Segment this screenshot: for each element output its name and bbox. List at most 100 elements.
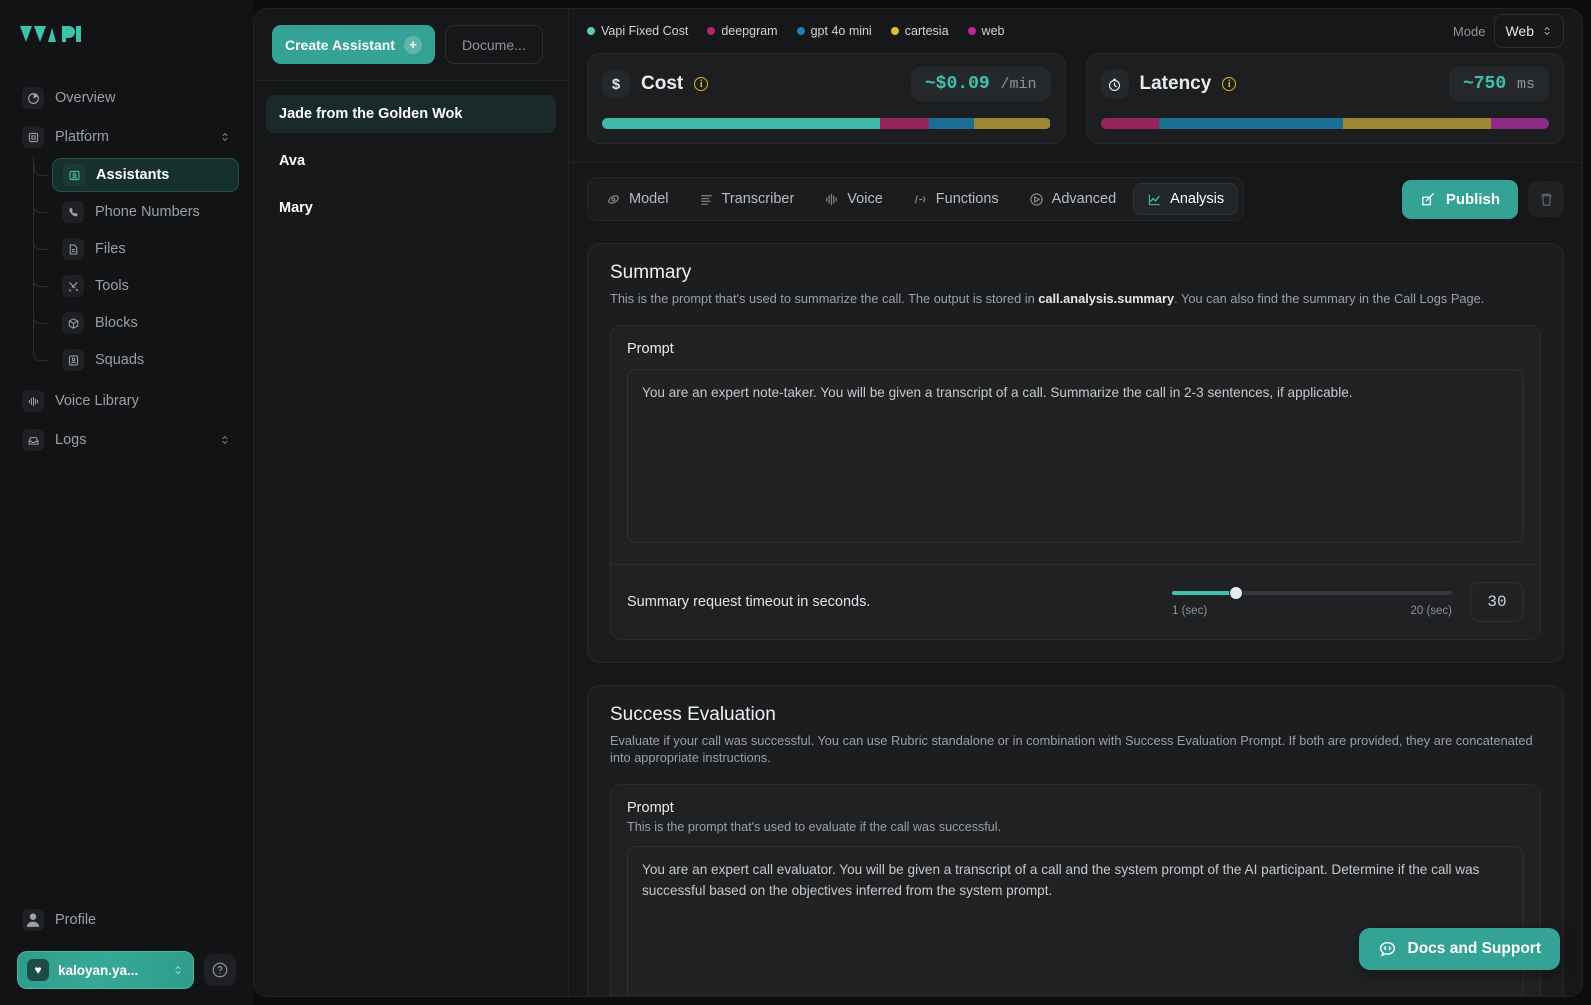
squad-icon <box>62 349 84 371</box>
sidebar-item-overview[interactable]: Overview <box>14 80 239 116</box>
tab-label: Functions <box>936 191 999 207</box>
summary-prompt-label: Prompt <box>627 341 1524 357</box>
summary-prompt-card: Prompt Summary request timeout in second… <box>610 325 1541 639</box>
tab-model[interactable]: Model <box>593 183 682 215</box>
sidebar-item-logs[interactable]: Logs <box>14 422 239 458</box>
legend-item: web <box>968 24 1005 38</box>
tab-transcriber[interactable]: Transcriber <box>686 183 808 215</box>
sidebar-item-squads[interactable]: Squads <box>52 343 239 377</box>
summary-timeout-slider[interactable] <box>1172 586 1452 600</box>
publish-actions: Publish <box>1402 180 1564 219</box>
platform-subnav: Assistants Phone Numbers Files Tools <box>30 158 253 377</box>
slider-ticks: 1 (sec) 20 (sec) <box>1172 605 1452 617</box>
delete-assistant-button[interactable] <box>1528 181 1564 217</box>
info-icon[interactable]: i <box>694 77 708 91</box>
list-item[interactable]: Jade from the Golden Wok <box>266 95 556 133</box>
sidebar-item-label: Platform <box>55 130 208 145</box>
chevron-updown-icon[interactable] <box>219 434 231 446</box>
chevron-updown-icon[interactable] <box>219 131 231 143</box>
latency-bar-segment-gpt-4o-mini <box>1159 118 1343 129</box>
sidebar-item-blocks[interactable]: Blocks <box>52 306 239 340</box>
sidebar-item-tools[interactable]: Tools <box>52 269 239 303</box>
person-icon <box>22 909 44 931</box>
config-tabs: Model Transcriber Voice Functions Advanc… <box>587 177 1244 221</box>
sidebar-item-label: Voice Library <box>55 394 231 409</box>
sidebar-item-assistants[interactable]: Assistants <box>52 158 239 192</box>
tab-label: Model <box>629 191 669 207</box>
edit-square-icon <box>1420 191 1437 208</box>
legend-item: gpt 4o mini <box>797 24 872 38</box>
create-assistant-button[interactable]: Create Assistant + <box>272 25 435 64</box>
legend-label: web <box>982 24 1005 38</box>
publish-button[interactable]: Publish <box>1402 180 1518 219</box>
sidebar-item-label: Profile <box>55 912 96 928</box>
sidebar-item-profile[interactable]: Profile <box>14 903 239 937</box>
mode-selector-wrap: Mode Web <box>1453 14 1564 48</box>
cost-legend: Vapi Fixed Cost deepgram gpt 4o mini car… <box>569 9 1582 53</box>
legend-label: deepgram <box>721 24 777 38</box>
info-icon[interactable]: i <box>1222 77 1236 91</box>
account-row: ♥ kaloyan.ya... <box>0 951 253 989</box>
sidebar-item-voice-library[interactable]: Voice Library <box>14 383 239 419</box>
cost-bar-segment-cartesia <box>974 118 1050 129</box>
tab-voice[interactable]: Voice <box>811 183 895 215</box>
metric-cards: $ Cost i ~$0.09 /min Latency <box>569 53 1582 144</box>
phone-icon <box>62 201 84 223</box>
tab-analysis[interactable]: Analysis <box>1133 183 1238 215</box>
latency-stacked-bar <box>1101 118 1550 129</box>
list-item[interactable]: Ava <box>266 142 556 180</box>
voice-icon <box>824 192 839 207</box>
list-item[interactable]: Mary <box>266 189 556 227</box>
tab-label: Voice <box>847 191 882 207</box>
summary-timeout-value[interactable]: 30 <box>1470 582 1524 622</box>
cost-bar-segment-deepgram <box>880 118 929 129</box>
documentation-button[interactable]: Docume... <box>445 25 543 64</box>
cost-title: Cost <box>641 73 683 95</box>
latency-bar-segment-cartesia <box>1343 118 1491 129</box>
legend-item: deepgram <box>707 24 777 38</box>
chevron-updown-icon <box>1541 25 1553 37</box>
docs-and-support-button[interactable]: Docs and Support <box>1359 928 1560 970</box>
slider-fill <box>1172 591 1236 595</box>
legend-swatch <box>707 27 715 35</box>
stopwatch-icon <box>1101 70 1129 98</box>
sidebar-item-label: Logs <box>55 433 208 448</box>
cost-bar-segment-vapi-fixed-cost <box>602 118 880 129</box>
sidebar-item-label: Assistants <box>96 167 169 183</box>
assistants-list-pane: Create Assistant + Docume... Jade from t… <box>253 8 568 997</box>
slider-thumb[interactable] <box>1229 586 1243 600</box>
success-evaluation-prompt-input[interactable] <box>627 846 1524 996</box>
main-panel: Vapi Fixed Cost deepgram gpt 4o mini car… <box>568 8 1583 997</box>
account-name: kaloyan.ya... <box>58 963 163 978</box>
cost-card: $ Cost i ~$0.09 /min <box>587 53 1066 144</box>
success-evaluation-description: Evaluate if your call was successful. Yo… <box>610 732 1541 767</box>
summary-prompt-input[interactable] <box>627 369 1524 542</box>
box-icon <box>62 312 84 334</box>
slider-min-label: 1 (sec) <box>1172 605 1207 617</box>
sidebar-footer: Profile ♥ kaloyan.ya... <box>0 903 253 989</box>
tab-label: Analysis <box>1170 191 1224 207</box>
slider-max-label: 20 (sec) <box>1410 605 1452 617</box>
cost-bar-segment-gpt-4o-mini <box>929 118 974 129</box>
sidebar-item-phone-numbers[interactable]: Phone Numbers <box>52 195 239 229</box>
mode-select[interactable]: Web <box>1494 14 1564 48</box>
create-assistant-label: Create Assistant <box>285 37 395 53</box>
logs-icon <box>22 429 44 451</box>
chat-code-icon <box>1378 940 1397 959</box>
tab-advanced[interactable]: Advanced <box>1016 183 1130 215</box>
sidebar-item-label: Overview <box>55 91 231 106</box>
tab-functions[interactable]: Functions <box>900 183 1012 215</box>
sidebar-item-files[interactable]: Files <box>52 232 239 266</box>
sidebar-item-label: Tools <box>95 278 129 294</box>
account-switcher[interactable]: ♥ kaloyan.ya... <box>17 951 194 989</box>
latency-bar-segment-deepgram <box>1101 118 1159 129</box>
chip-icon <box>22 126 44 148</box>
legend-item: cartesia <box>891 24 949 38</box>
sidebar-item-platform[interactable]: Platform <box>14 119 239 155</box>
help-button[interactable] <box>204 954 236 986</box>
plus-icon: + <box>404 36 422 54</box>
legend-swatch <box>797 27 805 35</box>
sidebar-item-label: Files <box>95 241 126 257</box>
vapi-logo[interactable] <box>0 16 253 68</box>
summary-section: Summary This is the prompt that's used t… <box>587 243 1564 663</box>
